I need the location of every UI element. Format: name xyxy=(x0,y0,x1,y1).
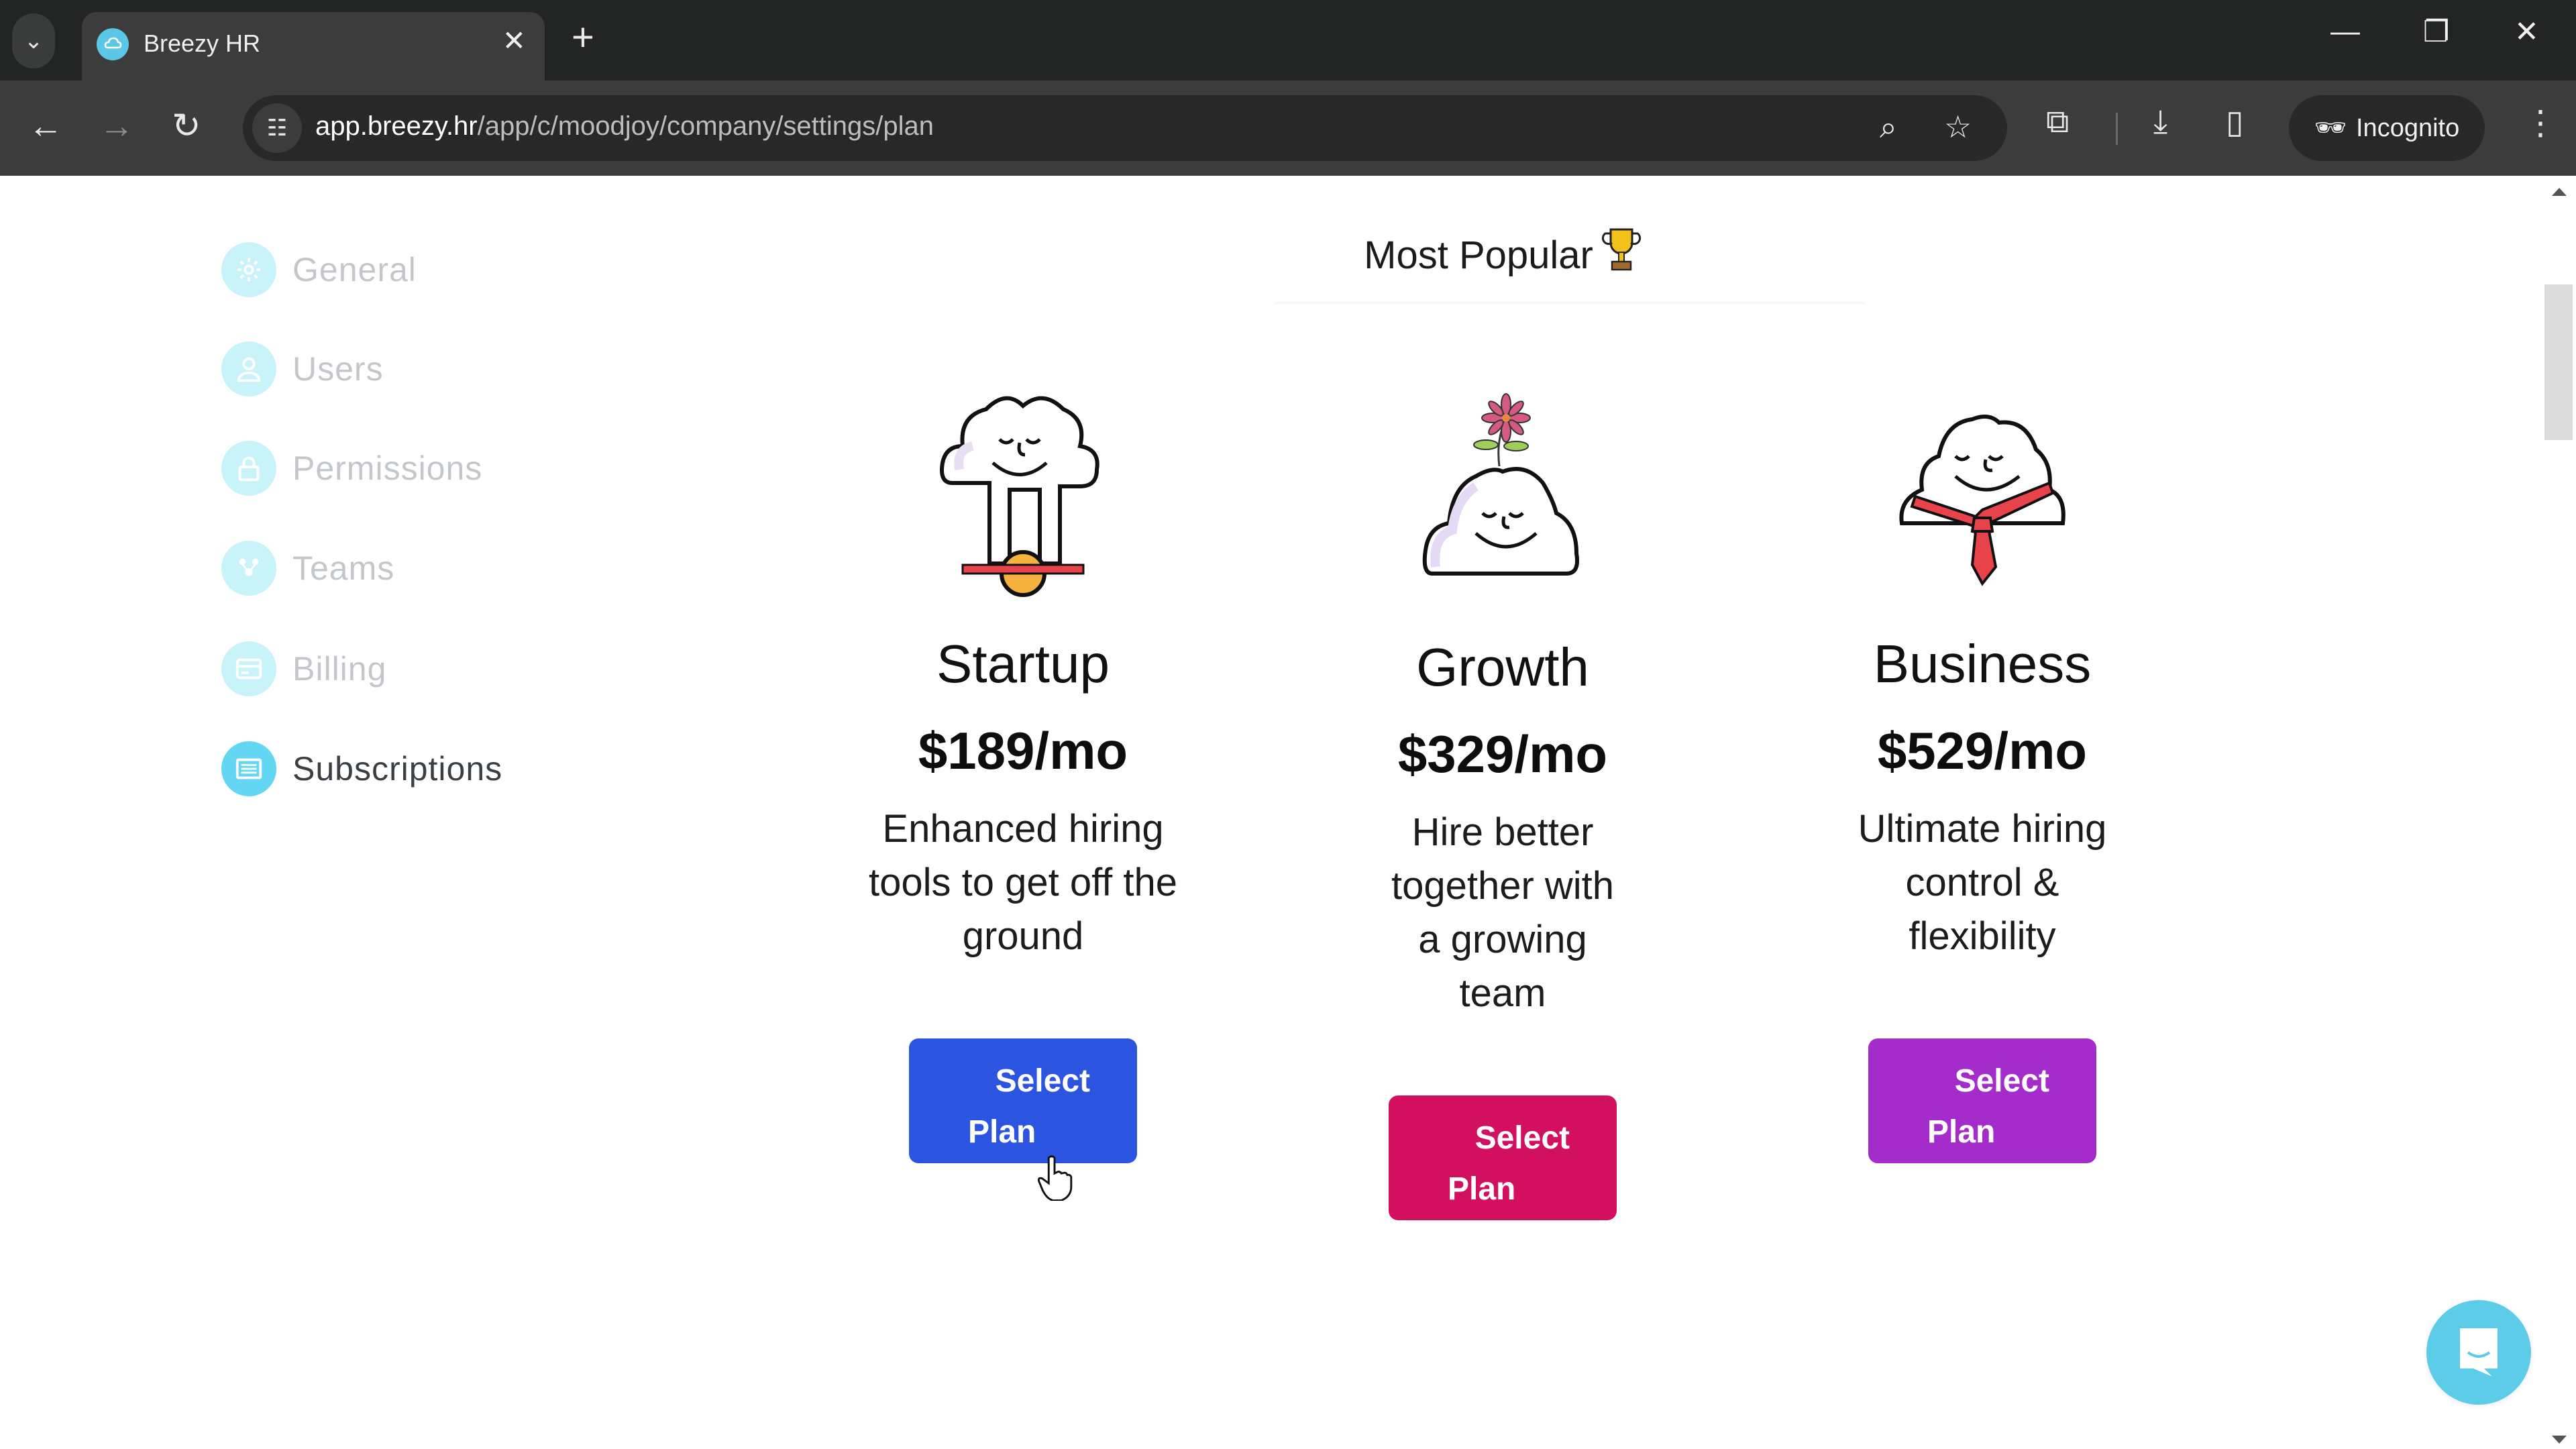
minimize-icon[interactable]: — xyxy=(2330,15,2360,48)
browser-toolbar: ← → ↻ ☷ app.breezy.hr/app/c/moodjoy/comp… xyxy=(0,80,2576,176)
new-tab-icon[interactable]: + xyxy=(572,15,594,60)
sidebar-item-label: Billing xyxy=(292,650,387,688)
sidebar-item-label: Subscriptions xyxy=(292,750,503,788)
lock-icon xyxy=(221,441,276,496)
restore-icon[interactable]: ❐ xyxy=(2423,15,2449,49)
select-plan-business-button[interactable]: Select Plan xyxy=(1868,1038,2096,1163)
side-panel-icon[interactable]: ▯ xyxy=(2226,103,2243,141)
page-scrollbar[interactable] xyxy=(2542,176,2576,1449)
incognito-icon: 🕶 xyxy=(2314,114,2347,142)
site-info-icon[interactable]: ☷ xyxy=(252,103,302,153)
user-icon xyxy=(221,341,276,396)
url-text[interactable]: app.breezy.hr/app/c/moodjoy/company/sett… xyxy=(315,111,934,142)
browser-tab[interactable]: Breezy HR ✕ xyxy=(82,12,545,80)
plan-card-startup: Startup $189/mo Enhanced hiring tools to… xyxy=(815,376,1231,1163)
chat-icon xyxy=(2460,1328,2498,1377)
select-plan-startup-button[interactable]: Select Plan xyxy=(909,1038,1137,1163)
window-close-icon[interactable]: ✕ xyxy=(2514,15,2539,49)
forward-icon[interactable]: → xyxy=(99,106,134,146)
sidebar-item-users[interactable]: Users xyxy=(221,339,384,399)
plan-card-business: Business $529/mo Ultimate hiring control… xyxy=(1774,376,2190,1163)
plan-price: $529/mo xyxy=(1877,721,2088,780)
billing-icon xyxy=(221,641,276,696)
browser-tab-bar: ⌄ Breezy HR ✕ + — ❐ ✕ xyxy=(0,0,2576,80)
gear-icon xyxy=(221,242,276,297)
sidebar-item-billing[interactable]: Billing xyxy=(221,639,386,699)
incognito-badge[interactable]: 🕶 Incognito xyxy=(2289,95,2485,161)
zoom-icon[interactable]: ⌕ xyxy=(1880,109,1897,146)
plan-description: Hire better together with a growing team xyxy=(1391,810,1615,1015)
chevron-down-icon: ⌄ xyxy=(23,28,44,54)
most-popular-divider xyxy=(1275,302,1865,304)
select-plan-growth-button[interactable]: Select Plan xyxy=(1389,1095,1617,1220)
plan-card-growth: Growth $329/mo Hire better together with… xyxy=(1295,379,1711,1220)
extensions-icon[interactable]: ⧉ xyxy=(2046,103,2069,141)
download-icon[interactable]: ⤓ xyxy=(2153,103,2167,141)
bookmark-star-icon[interactable]: ☆ xyxy=(1944,109,1972,145)
back-icon[interactable]: ← xyxy=(28,106,63,146)
scroll-down-arrow-icon[interactable] xyxy=(2552,1436,2567,1444)
plan-name: Startup xyxy=(936,634,1110,694)
browser-menu-icon[interactable]: ⋮ xyxy=(2524,103,2557,142)
cloud-tie-illustration xyxy=(1774,376,2190,604)
incognito-label: Incognito xyxy=(2356,113,2460,142)
most-popular-label: Most Popular xyxy=(1315,227,1690,282)
sidebar-item-label: Permissions xyxy=(292,449,483,487)
sidebar-item-label: Teams xyxy=(292,549,395,587)
cloud-unicycle-illustration xyxy=(815,376,1231,604)
chat-launcher-button[interactable] xyxy=(2426,1300,2531,1405)
trophy-icon xyxy=(1601,227,1642,282)
plan-description: Enhanced hiring tools to get off the gro… xyxy=(868,807,1178,958)
sidebar-item-subscriptions[interactable]: Subscriptions xyxy=(221,739,502,799)
scroll-up-arrow-icon[interactable] xyxy=(2552,188,2567,196)
toolbar-divider xyxy=(2116,113,2118,145)
tab-close-icon[interactable]: ✕ xyxy=(502,24,526,57)
sidebar-item-permissions[interactable]: Permissions xyxy=(221,438,482,498)
sidebar-item-general[interactable]: General xyxy=(221,239,417,300)
cloud-flower-illustration xyxy=(1295,379,1711,607)
sidebar-item-label: Users xyxy=(292,350,384,388)
reload-icon[interactable]: ↻ xyxy=(172,106,201,146)
team-icon xyxy=(221,541,276,596)
address-bar[interactable]: ☷ app.breezy.hr/app/c/moodjoy/company/se… xyxy=(243,95,2007,161)
scrollbar-thumb[interactable] xyxy=(2544,284,2573,440)
subscriptions-icon xyxy=(221,741,276,796)
plan-price: $189/mo xyxy=(918,721,1128,780)
plan-description: Ultimate hiring control & flexibility xyxy=(1858,807,2107,958)
sidebar-item-teams[interactable]: Teams xyxy=(221,538,394,598)
sidebar-item-label: General xyxy=(292,251,417,288)
breezy-favicon-icon xyxy=(97,28,129,60)
tab-search-button[interactable]: ⌄ xyxy=(12,13,55,68)
plan-name: Growth xyxy=(1416,637,1589,697)
plan-price: $329/mo xyxy=(1397,724,1608,784)
plan-name: Business xyxy=(1873,634,2092,694)
tab-title: Breezy HR xyxy=(144,30,261,57)
